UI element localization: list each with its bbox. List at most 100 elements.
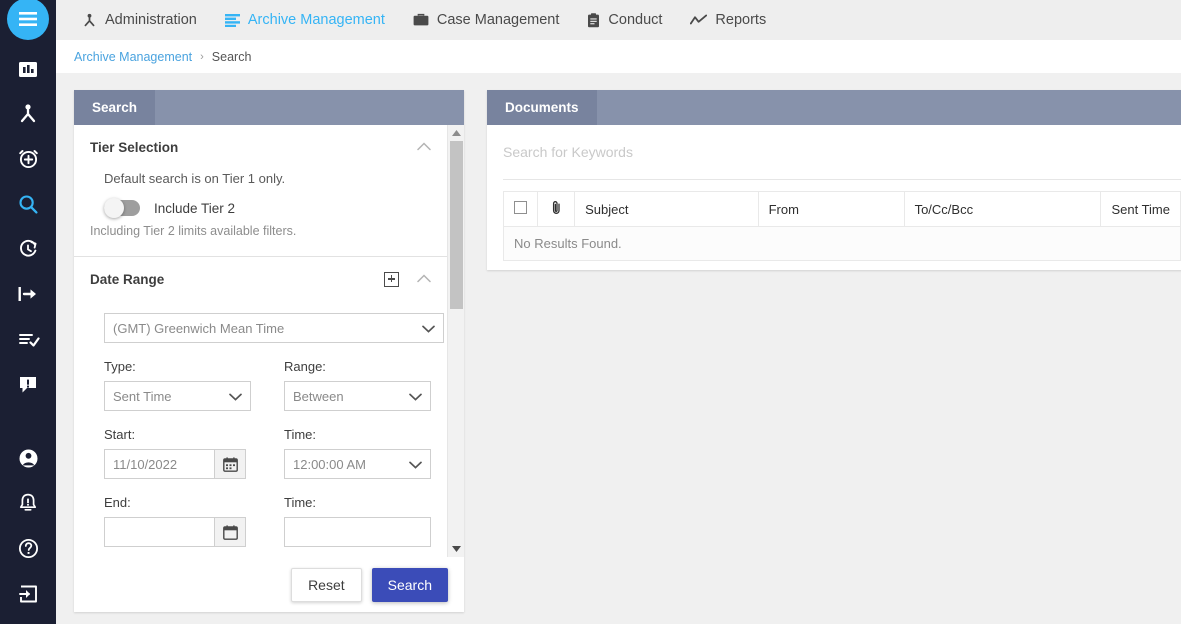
user-circle-icon[interactable] <box>0 436 56 481</box>
column-subject[interactable]: Subject <box>574 191 759 227</box>
nav-item-reports[interactable]: Reports <box>676 0 780 40</box>
alarm-add-icon[interactable] <box>0 136 56 181</box>
end-date-input[interactable] <box>104 517 214 547</box>
scroll-up-arrow-icon[interactable] <box>448 125 465 141</box>
toggle-knob <box>104 198 124 218</box>
search-panel-tabbar: Search <box>74 90 464 125</box>
empty-state-message: No Results Found. <box>503 226 1181 261</box>
nav-item-administration[interactable]: Administration <box>68 0 211 40</box>
start-time-value: 12:00:00 AM <box>293 456 366 472</box>
chart-bar-icon[interactable] <box>0 46 56 91</box>
nav-label: Reports <box>715 12 767 28</box>
type-select[interactable]: Sent Time <box>104 381 251 411</box>
nav-label: Conduct <box>608 12 663 28</box>
nav-label: Case Management <box>436 12 560 28</box>
chevron-up-icon[interactable] <box>417 270 431 288</box>
question-circle-icon[interactable] <box>0 526 56 571</box>
documents-table-head: Subject From To/Cc/Bcc Sent Time <box>503 191 1181 227</box>
comment-alert-icon[interactable] <box>0 361 56 406</box>
start-time-select[interactable]: 12:00:00 AM <box>284 449 431 479</box>
nav-item-conduct[interactable]: Conduct <box>573 0 676 40</box>
chevron-down-icon <box>409 457 422 472</box>
tab-search[interactable]: Search <box>74 90 156 125</box>
calendar-icon[interactable] <box>214 517 246 547</box>
column-from[interactable]: From <box>757 191 905 227</box>
section-tier-selection: Tier Selection Default search is on Tier… <box>74 125 447 238</box>
chevron-down-icon <box>409 389 422 404</box>
paperclip-icon <box>551 201 562 218</box>
column-to-cc-bcc[interactable]: To/Cc/Bcc <box>903 191 1102 227</box>
documents-body: Search for Keywords Subject From To/Cc/B… <box>487 125 1181 261</box>
start-row: Start: 11/10/2022 Time: 12:00:00 AM <box>90 427 431 479</box>
app-root: Administration Archive Management Case M… <box>0 0 1181 624</box>
breadcrumb-root-link[interactable]: Archive Management <box>74 50 192 64</box>
range-field: Range: Between <box>284 359 431 411</box>
column-select <box>503 191 538 227</box>
start-time-label: Time: <box>284 427 317 442</box>
briefcase-icon <box>413 13 429 27</box>
type-label: Type: <box>104 359 136 374</box>
nav-item-case-management[interactable]: Case Management <box>399 0 574 40</box>
end-time-field: Time: <box>284 495 431 547</box>
range-label: Range: <box>284 359 326 374</box>
bell-alert-icon[interactable] <box>0 481 56 526</box>
timezone-value: (GMT) Greenwich Mean Time <box>113 320 285 336</box>
checkbox-icon[interactable] <box>514 201 527 214</box>
column-sent-time[interactable]: Sent Time <box>1100 191 1181 227</box>
search-panel: Search Tier Selection Default search is … <box>74 90 464 612</box>
chart-line-icon <box>690 14 708 26</box>
search-panel-actions: Reset Search <box>74 557 464 612</box>
documents-panel: Documents Search for Keywords Subject Fr… <box>487 90 1181 270</box>
scroll-down-arrow-icon[interactable] <box>448 541 465 557</box>
chevron-down-icon <box>422 321 435 336</box>
list-check-icon[interactable] <box>0 316 56 361</box>
search-form: Tier Selection Default search is on Tier… <box>74 125 447 557</box>
export-arrow-icon[interactable] <box>0 271 56 316</box>
section-date-range: Date Range (GMT) Greenwich Mean Time Typ… <box>74 257 447 557</box>
calendar-icon[interactable] <box>214 449 246 479</box>
include-tier2-toggle[interactable] <box>104 198 140 218</box>
content-area: Search Tier Selection Default search is … <box>56 73 1181 624</box>
scrollbar-thumb[interactable] <box>450 141 463 309</box>
end-time-select[interactable] <box>284 517 431 547</box>
search-panel-scrollbar[interactable] <box>447 125 464 557</box>
end-time-label: Time: <box>284 495 317 510</box>
search-button[interactable]: Search <box>371 567 448 602</box>
search-panel-scroll-region: Tier Selection Default search is on Tier… <box>74 125 464 557</box>
include-tier2-label: Include Tier 2 <box>154 200 236 216</box>
hamburger-menu-icon[interactable] <box>7 0 49 40</box>
keyword-search-input[interactable]: Search for Keywords <box>503 125 1181 180</box>
start-date-group: 11/10/2022 <box>104 449 251 479</box>
breadcrumb: Archive Management › Search <box>56 40 1181 73</box>
end-row: End: Time: <box>90 495 431 557</box>
nav-label: Administration <box>105 12 197 28</box>
logout-icon[interactable] <box>0 571 56 616</box>
nav-label: Archive Management <box>247 12 385 28</box>
plus-box-icon[interactable] <box>384 271 399 287</box>
nav-item-archive-management[interactable]: Archive Management <box>211 0 399 40</box>
history-clock-icon[interactable] <box>0 226 56 271</box>
start-field: Start: 11/10/2022 <box>104 427 251 479</box>
clipboard-icon <box>587 12 600 28</box>
start-label: Start: <box>104 427 136 442</box>
type-field: Type: Sent Time <box>104 359 251 411</box>
breadcrumb-current: Search <box>211 49 252 64</box>
range-select[interactable]: Between <box>284 381 431 411</box>
chevron-up-icon[interactable] <box>417 138 431 156</box>
top-navigation-bar: Administration Archive Management Case M… <box>56 0 1181 40</box>
sitemap-icon <box>82 13 97 28</box>
tab-documents[interactable]: Documents <box>487 90 597 125</box>
start-date-input[interactable]: 11/10/2022 <box>104 449 214 479</box>
type-value: Sent Time <box>113 388 172 404</box>
sitemap-icon[interactable] <box>0 91 56 136</box>
end-field: End: <box>104 495 251 547</box>
column-attachment[interactable] <box>536 191 576 227</box>
reset-button[interactable]: Reset <box>291 567 362 602</box>
tier-selection-header: Tier Selection <box>90 125 431 165</box>
documents-table-body: No Results Found. <box>503 226 1181 261</box>
table-header-row: Subject From To/Cc/Bcc Sent Time <box>503 191 1181 227</box>
documents-table: Subject From To/Cc/Bcc Sent Time No Resu… <box>503 191 1181 261</box>
timezone-select[interactable]: (GMT) Greenwich Mean Time <box>104 313 444 343</box>
magnifier-icon[interactable] <box>0 181 56 226</box>
date-range-header: Date Range <box>90 257 431 297</box>
